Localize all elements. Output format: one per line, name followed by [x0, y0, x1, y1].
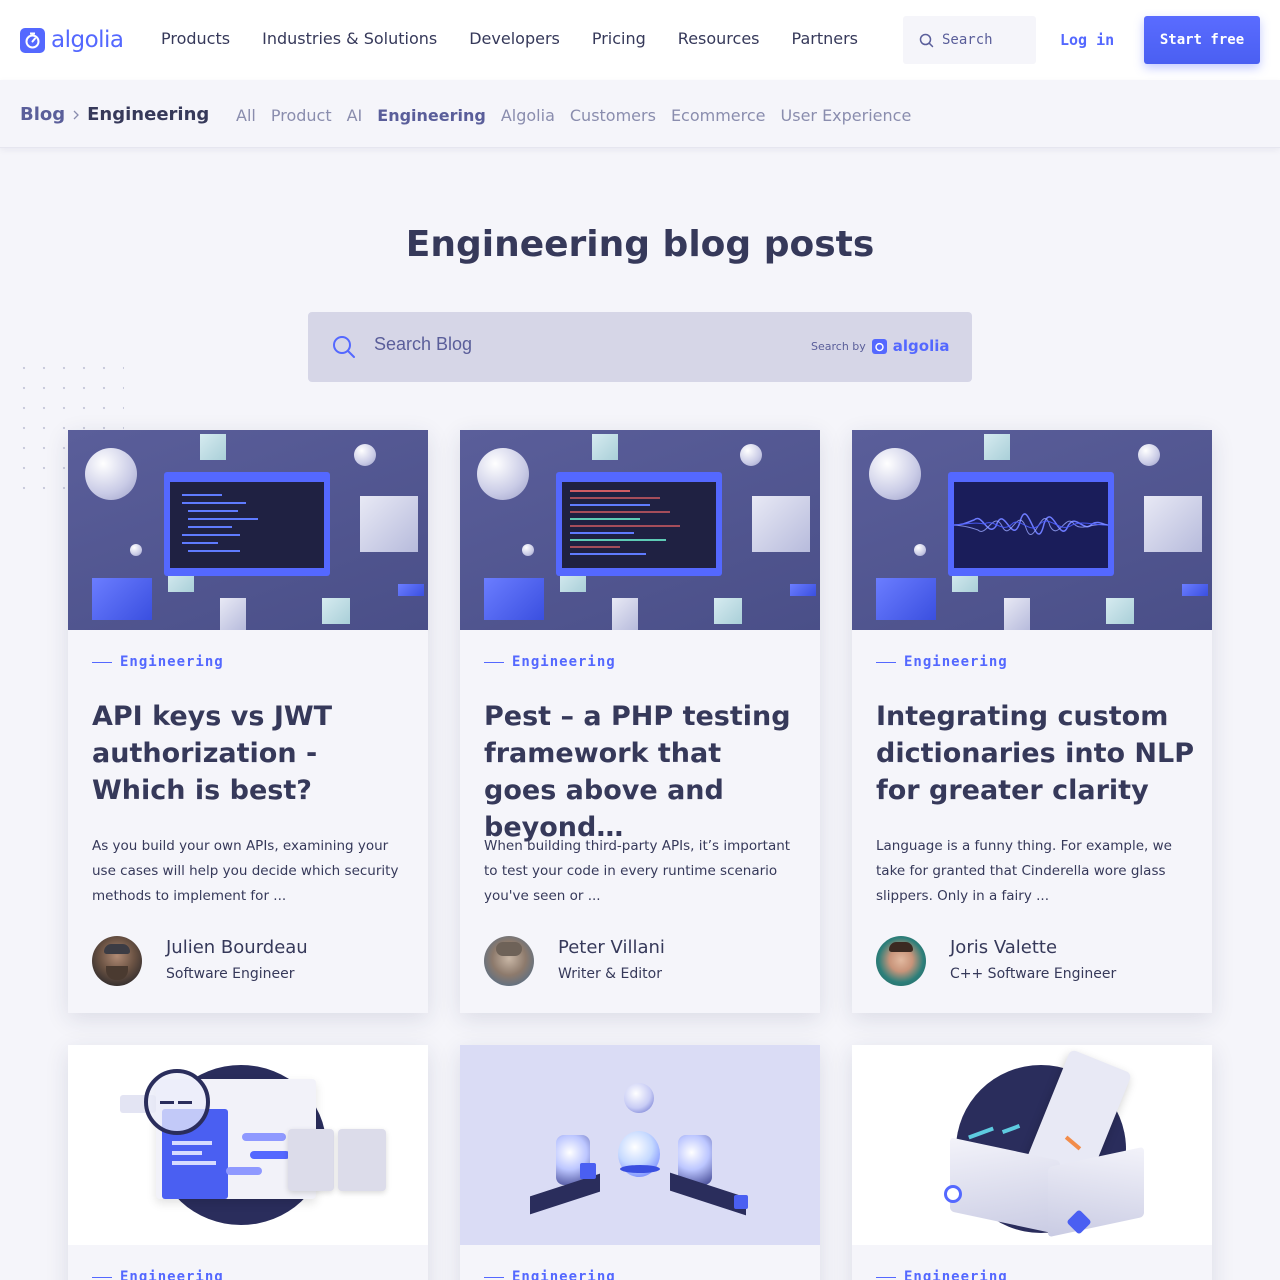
nav-industries-solutions[interactable]: Industries & Solutions — [262, 29, 437, 48]
category-ai[interactable]: AI — [347, 106, 363, 125]
post-author: Julien Bourdeau Software Engineer — [92, 936, 308, 988]
category-user-experience[interactable]: User Experience — [781, 106, 912, 125]
author-name[interactable]: Joris Valette — [950, 936, 1116, 960]
post-tag: Engineering — [876, 1269, 1008, 1280]
site-search — [903, 16, 1036, 64]
chevron-right-icon — [73, 110, 80, 119]
avatar — [876, 936, 926, 986]
breadcrumb: Blog Engineering — [20, 104, 209, 125]
nav-resources[interactable]: Resources — [678, 29, 760, 48]
magnifier-documents-icon — [68, 1045, 428, 1245]
post-tag: Engineering — [876, 654, 1008, 670]
author-name[interactable]: Peter Villani — [558, 936, 665, 960]
post-tag-label: Engineering — [904, 1269, 1008, 1280]
code-screen-icon — [460, 430, 820, 630]
post-card[interactable]: Engineering Pest – a PHP testing framewo… — [460, 430, 820, 1013]
nav-pricing[interactable]: Pricing — [592, 29, 646, 48]
category-algolia[interactable]: Algolia — [501, 106, 555, 125]
post-tag: Engineering — [484, 654, 616, 670]
breadcrumb-engineering: Engineering — [87, 104, 210, 125]
category-product[interactable]: Product — [271, 106, 332, 125]
author-name[interactable]: Julien Bourdeau — [166, 936, 308, 960]
nav-developers[interactable]: Developers — [469, 29, 560, 48]
author-role: Writer & Editor — [558, 966, 662, 982]
category-all[interactable]: All — [236, 106, 256, 125]
category-customers[interactable]: Customers — [570, 106, 656, 125]
nav-products[interactable]: Products — [161, 29, 230, 48]
start-free-button[interactable]: Start free — [1144, 16, 1260, 64]
category-tabs: All Product AI Engineering Algolia Custo… — [236, 106, 911, 125]
category-engineering[interactable]: Engineering — [377, 106, 486, 125]
main-menu: Products Industries & Solutions Develope… — [161, 29, 858, 48]
top-navigation: algolia Products Industries & Solutions … — [0, 0, 1280, 80]
search-by-algolia[interactable]: Search by algolia — [811, 337, 950, 355]
algolia-stopwatch-icon — [20, 27, 45, 53]
post-tag: Engineering — [92, 654, 224, 670]
breadcrumb-blog[interactable]: Blog — [20, 104, 65, 125]
post-card[interactable]: Engineering — [68, 1045, 428, 1280]
page-title: Engineering blog posts — [405, 224, 875, 265]
author-role: Software Engineer — [166, 966, 295, 982]
post-title[interactable]: Integrating custom dictionaries into NLP… — [876, 698, 1194, 809]
post-tag-label: Engineering — [120, 654, 224, 670]
post-excerpt: When building third-party APIs, it’s imp… — [484, 838, 791, 904]
nav-partners[interactable]: Partners — [792, 29, 858, 48]
blog-search-box: Search by algolia — [308, 312, 972, 382]
search-by-label: Search by — [811, 339, 866, 353]
search-icon — [333, 336, 355, 358]
post-card[interactable]: Engineering Integrating custom dictionar… — [852, 430, 1212, 1013]
blog-subnavigation: Blog Engineering All Product AI Engineer… — [0, 80, 1280, 148]
post-excerpt: Language is a funny thing. For example, … — [876, 838, 1172, 904]
post-card[interactable]: Engineering — [852, 1045, 1212, 1280]
post-author: Joris Valette C++ Software Engineer — [876, 936, 1116, 988]
post-tag-label: Engineering — [120, 1269, 224, 1280]
lab-machines-icon — [460, 1045, 820, 1245]
post-tag-label: Engineering — [512, 1269, 616, 1280]
waveform-screen-icon — [852, 430, 1212, 630]
post-title[interactable]: API keys vs JWT authorization - Which is… — [92, 698, 410, 809]
login-link[interactable]: Log in — [1060, 31, 1114, 49]
post-tag-label: Engineering — [904, 654, 1008, 670]
algolia-logo[interactable]: algolia — [20, 27, 124, 53]
avatar — [484, 936, 534, 986]
algolia-stopwatch-icon — [871, 338, 887, 354]
post-tag: Engineering — [484, 1269, 616, 1280]
category-ecommerce[interactable]: Ecommerce — [671, 106, 766, 125]
search-icon — [919, 33, 934, 47]
post-tag: Engineering — [92, 1269, 224, 1280]
author-role: C++ Software Engineer — [950, 966, 1117, 982]
search-by-brand: algolia — [892, 337, 950, 355]
open-book-ctrl-f-icon — [852, 1045, 1212, 1245]
logo-wordmark: algolia — [51, 27, 124, 53]
post-title[interactable]: Pest – a PHP testing framework that goes… — [484, 698, 802, 846]
post-card[interactable]: Engineering — [460, 1045, 820, 1280]
site-search-input[interactable] — [942, 32, 1032, 48]
post-card[interactable]: Engineering API keys vs JWT authorizatio… — [68, 430, 428, 1013]
blog-search-input[interactable] — [374, 334, 774, 355]
post-excerpt: As you build your own APIs, examining yo… — [92, 838, 399, 904]
post-author: Peter Villani Writer & Editor — [484, 936, 665, 988]
post-tag-label: Engineering — [512, 654, 616, 670]
code-screen-icon — [68, 430, 428, 630]
avatar — [92, 936, 142, 986]
